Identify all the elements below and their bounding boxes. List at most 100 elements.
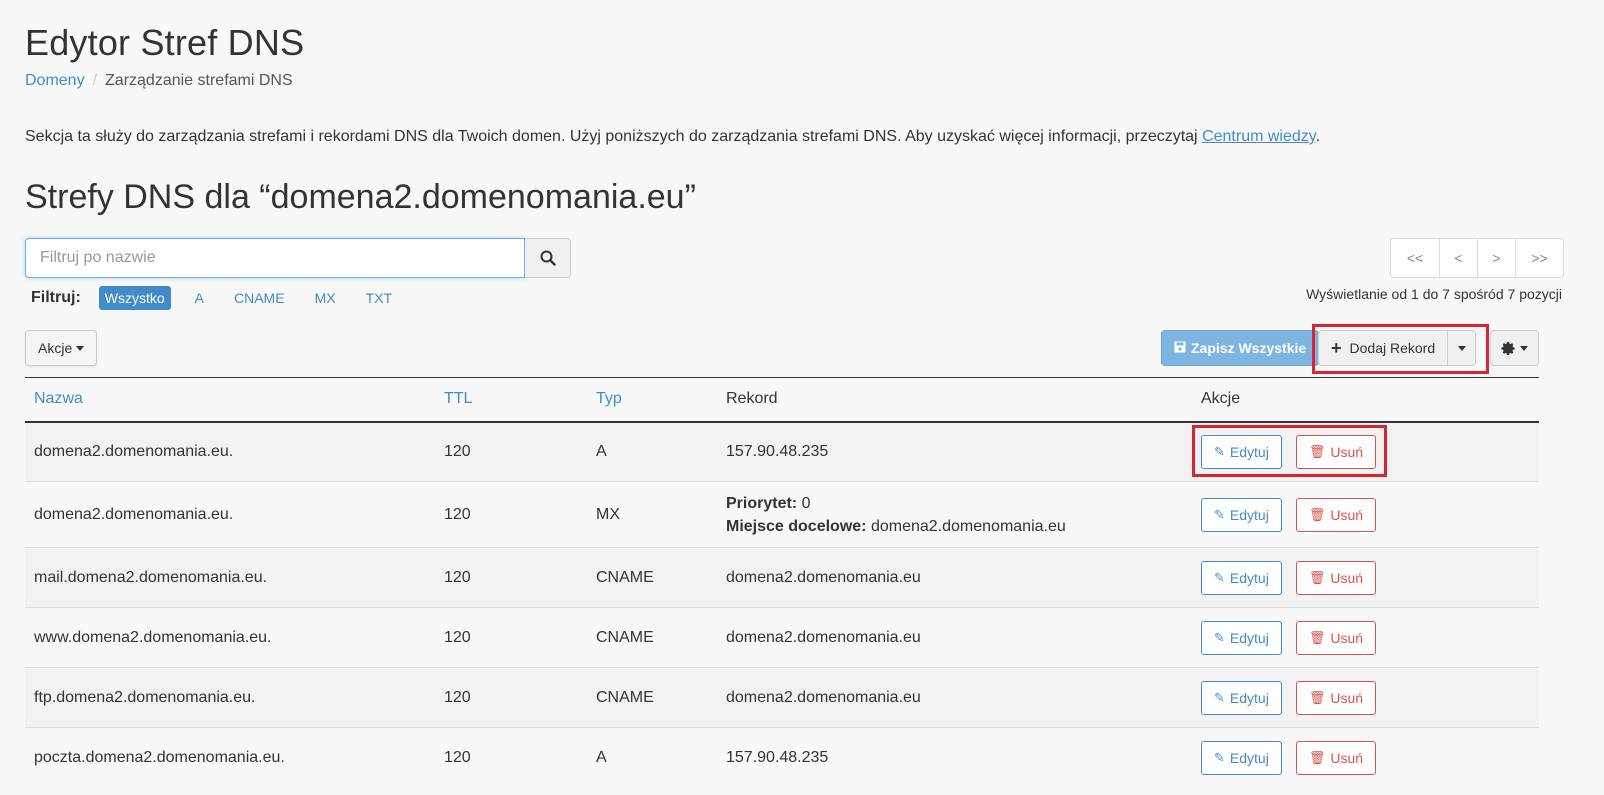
- record-type: A: [587, 421, 717, 482]
- edit-button[interactable]: ✎ Edytuj: [1201, 434, 1282, 469]
- pencil-icon: ✎: [1214, 569, 1225, 585]
- record-value: 157.90.48.235: [717, 421, 1192, 482]
- mx-priority: Priorytet: 0: [726, 492, 1183, 515]
- settings-dropdown-button[interactable]: [1490, 330, 1539, 366]
- record-actions: ✎ Edytuj 🗑 Usuń: [1192, 421, 1539, 482]
- table-row: www.domena2.domenomania.eu. 120 CNAME do…: [25, 607, 1539, 668]
- gear-icon: [1501, 341, 1515, 355]
- table-row: poczta.domena2.domenomania.eu. 120 A 157…: [25, 727, 1539, 788]
- pager-first[interactable]: <<: [1391, 239, 1439, 277]
- pager-last[interactable]: >>: [1515, 239, 1563, 277]
- delete-label: Usuń: [1330, 749, 1364, 766]
- breadcrumb-home-link[interactable]: Domeny: [25, 72, 85, 89]
- delete-button[interactable]: 🗑 Usuń: [1295, 497, 1377, 532]
- column-header-actions: Akcje: [1192, 377, 1539, 423]
- actions-dropdown-button[interactable]: Akcje: [25, 330, 98, 366]
- record-type: CNAME: [587, 667, 717, 728]
- pencil-icon: ✎: [1214, 506, 1225, 522]
- save-all-button[interactable]: Zapisz Wszystkie: [1161, 330, 1320, 366]
- add-record-dropdown-toggle[interactable]: [1448, 330, 1477, 366]
- record-actions: ✎ Edytuj 🗑 Usuń: [1192, 667, 1539, 728]
- trash-icon: 🗑: [1308, 689, 1326, 705]
- record-actions: ✎ Edytuj 🗑 Usuń: [1192, 607, 1539, 668]
- mx-target-value: domena2.domenomania.eu: [870, 517, 1066, 535]
- record-name: ftp.domena2.domenomania.eu.: [25, 667, 435, 728]
- delete-label: Usuń: [1330, 506, 1364, 523]
- table-row: domena2.domenomania.eu. 120 A 157.90.48.…: [25, 421, 1539, 482]
- record-value: domena2.domenomania.eu: [717, 667, 1192, 728]
- filter-all[interactable]: Wszystko: [98, 286, 171, 310]
- record-name: www.domena2.domenomania.eu.: [25, 607, 435, 668]
- filter-txt[interactable]: TXT: [360, 286, 398, 310]
- mx-target-label: Miejsce docelowe:: [726, 517, 867, 535]
- add-record-button[interactable]: + Dodaj Rekord: [1318, 330, 1449, 366]
- edit-label: Edytuj: [1229, 506, 1269, 523]
- filter-a[interactable]: A: [189, 286, 210, 310]
- search-input[interactable]: [25, 238, 525, 278]
- caret-down-icon: [1520, 345, 1528, 351]
- record-type: CNAME: [587, 547, 717, 608]
- add-record-label: Dodaj Rekord: [1349, 340, 1436, 356]
- filter-cname[interactable]: CNAME: [228, 286, 291, 310]
- column-header-record: Rekord: [717, 377, 1192, 423]
- record-value: domena2.domenomania.eu: [717, 607, 1192, 668]
- mx-target: Miejsce docelowe: domena2.domenomania.eu: [726, 515, 1183, 538]
- edit-button[interactable]: ✎ Edytuj: [1201, 560, 1282, 595]
- record-value: domena2.domenomania.eu: [717, 547, 1192, 608]
- edit-label: Edytuj: [1229, 689, 1269, 706]
- search-button[interactable]: [525, 238, 571, 278]
- record-actions: ✎ Edytuj 🗑 Usuń: [1192, 481, 1539, 548]
- trash-icon: 🗑: [1308, 506, 1326, 522]
- floppy-disk-icon: [1174, 341, 1186, 356]
- record-value: 157.90.48.235: [717, 727, 1192, 788]
- record-ttl: 120: [435, 481, 587, 548]
- record-ttl: 120: [435, 547, 587, 608]
- table-row: ftp.domena2.domenomania.eu. 120 CNAME do…: [25, 667, 1539, 728]
- delete-button[interactable]: 🗑 Usuń: [1295, 620, 1377, 655]
- pencil-icon: ✎: [1214, 629, 1225, 645]
- pencil-icon: ✎: [1214, 443, 1225, 459]
- delete-button[interactable]: 🗑 Usuń: [1295, 560, 1377, 595]
- edit-button[interactable]: ✎ Edytuj: [1201, 497, 1282, 532]
- column-header-name[interactable]: Nazwa: [25, 377, 435, 423]
- delete-label: Usuń: [1330, 569, 1364, 586]
- plus-icon: +: [1331, 337, 1342, 358]
- record-name: mail.domena2.domenomania.eu.: [25, 547, 435, 608]
- edit-button[interactable]: ✎ Edytuj: [1201, 740, 1282, 775]
- edit-label: Edytuj: [1229, 569, 1269, 586]
- filter-mx[interactable]: MX: [309, 286, 342, 310]
- trash-icon: 🗑: [1308, 569, 1326, 585]
- caret-down-icon: [76, 345, 85, 351]
- search-icon: [540, 250, 556, 266]
- table-row: domena2.domenomania.eu. 120 MX Priorytet…: [25, 481, 1539, 548]
- delete-button[interactable]: 🗑 Usuń: [1295, 740, 1377, 775]
- pager-prev[interactable]: <: [1439, 239, 1477, 277]
- intro-text: Sekcja ta służy do zarządzania strefami …: [25, 128, 1320, 146]
- record-name: domena2.domenomania.eu.: [25, 421, 435, 482]
- table-row: mail.domena2.domenomania.eu. 120 CNAME d…: [25, 547, 1539, 608]
- record-type: A: [587, 727, 717, 788]
- save-all-label: Zapisz Wszystkie: [1191, 340, 1307, 356]
- breadcrumb-current: Zarządzanie strefami DNS: [105, 72, 293, 89]
- filter-row: Filtruj: Wszystko A CNAME MX TXT: [31, 286, 416, 310]
- delete-button[interactable]: 🗑 Usuń: [1295, 434, 1377, 469]
- search-group: [25, 238, 571, 278]
- delete-label: Usuń: [1330, 629, 1364, 646]
- delete-label: Usuń: [1330, 443, 1364, 460]
- edit-button[interactable]: ✎ Edytuj: [1201, 680, 1282, 715]
- pager-next[interactable]: >: [1477, 239, 1515, 277]
- record-type: MX: [587, 481, 717, 548]
- column-header-type[interactable]: Typ: [587, 377, 717, 423]
- column-header-ttl[interactable]: TTL: [435, 377, 587, 423]
- record-ttl: 120: [435, 421, 587, 482]
- record-actions: ✎ Edytuj 🗑 Usuń: [1192, 727, 1539, 788]
- add-record-group: + Dodaj Rekord: [1318, 330, 1477, 366]
- delete-button[interactable]: 🗑 Usuń: [1295, 680, 1377, 715]
- breadcrumb: Domeny / Zarządzanie strefami DNS: [25, 72, 293, 90]
- record-name: domena2.domenomania.eu.: [25, 481, 435, 548]
- record-actions: ✎ Edytuj 🗑 Usuń: [1192, 547, 1539, 608]
- record-type: CNAME: [587, 607, 717, 668]
- knowledge-center-link[interactable]: Centrum wiedzy: [1202, 128, 1316, 145]
- edit-button[interactable]: ✎ Edytuj: [1201, 620, 1282, 655]
- pager-info: Wyświetlanie od 1 do 7 spośród 7 pozycji: [1306, 286, 1562, 302]
